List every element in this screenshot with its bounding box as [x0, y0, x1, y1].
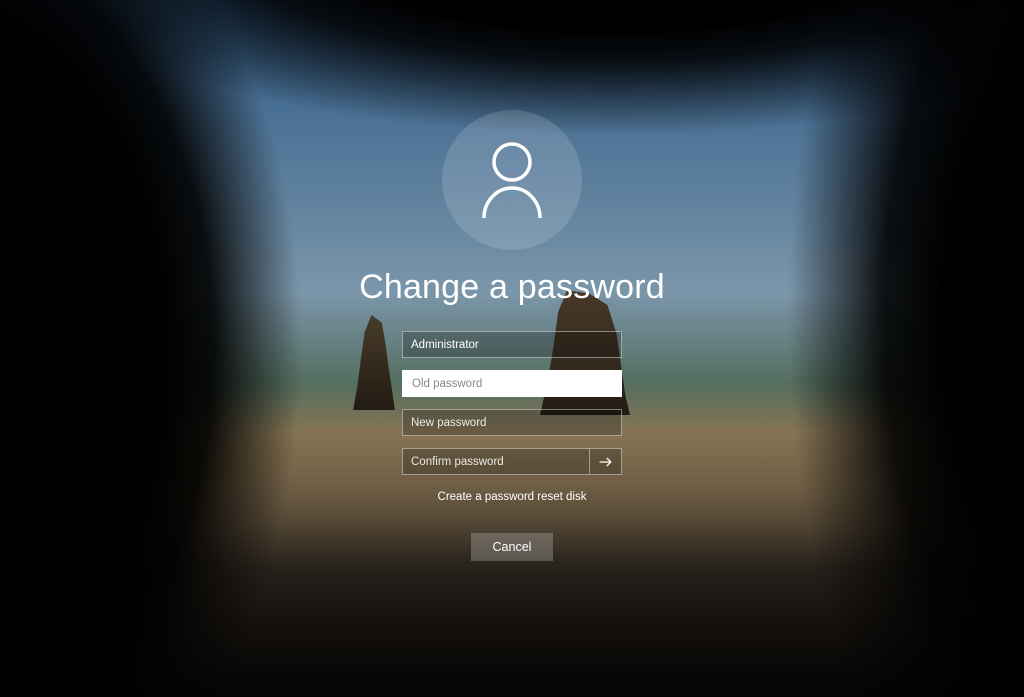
page-title: Change a password [359, 268, 665, 307]
new-password-field[interactable] [402, 409, 622, 436]
user-icon [476, 140, 548, 220]
confirm-password-field[interactable] [402, 448, 590, 475]
change-password-panel: Change a password Create a password re [0, 0, 1024, 697]
arrow-right-icon [598, 455, 614, 469]
new-password-field-wrapper [402, 409, 622, 436]
username-field[interactable] [402, 331, 622, 358]
change-password-form: Create a password reset disk Cancel [402, 331, 622, 561]
old-password-field-wrapper [402, 370, 622, 397]
old-password-field[interactable] [402, 370, 622, 397]
submit-button[interactable] [590, 448, 622, 475]
cancel-button[interactable]: Cancel [471, 533, 554, 561]
username-field-wrapper [402, 331, 622, 358]
confirm-password-row [402, 448, 622, 475]
user-avatar [442, 110, 582, 250]
password-reset-disk-link[interactable]: Create a password reset disk [438, 491, 587, 503]
confirm-password-field-wrapper [402, 448, 590, 475]
